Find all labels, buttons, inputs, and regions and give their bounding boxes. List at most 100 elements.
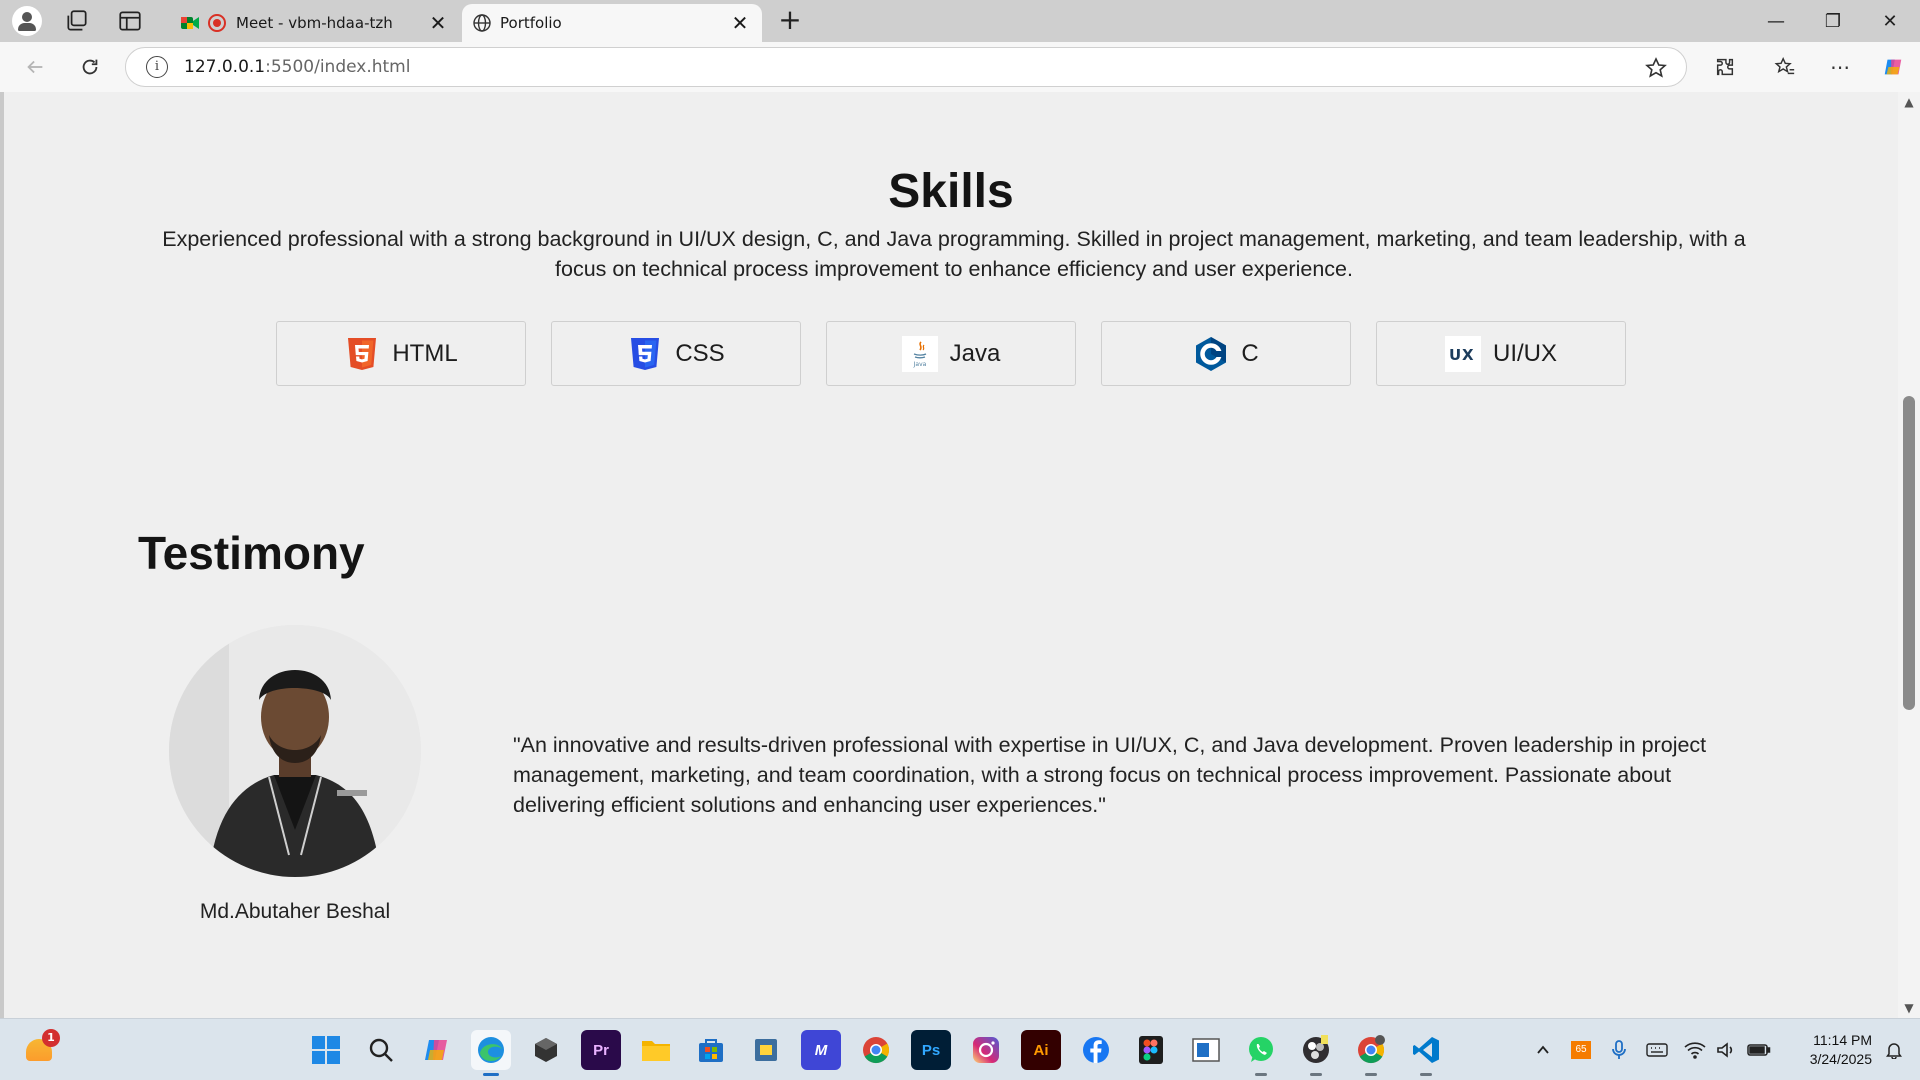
battery-icon[interactable] <box>1744 1035 1774 1065</box>
vscode-icon[interactable] <box>1406 1030 1446 1076</box>
start-icon[interactable] <box>306 1030 346 1070</box>
skill-card-uiux[interactable]: UX UI/UX <box>1376 321 1626 386</box>
instagram-icon[interactable] <box>966 1030 1006 1070</box>
microsoft-store-icon[interactable] <box>691 1030 731 1070</box>
url-path: :5500/index.html <box>265 57 411 77</box>
avatar <box>169 625 421 877</box>
scroll-down-arrow-icon[interactable]: ▼ <box>1898 998 1920 1018</box>
scrollbar-thumb[interactable] <box>1903 396 1915 710</box>
skill-card-c[interactable]: C <box>1101 321 1351 386</box>
clock-time: 11:14 PM <box>1813 1032 1872 1048</box>
workspaces-icon[interactable] <box>64 8 90 34</box>
affinity-icon[interactable]: M <box>801 1030 841 1070</box>
svg-text:Java: Java <box>912 361 926 368</box>
svg-text:U: U <box>1449 346 1461 364</box>
skill-card-java[interactable]: Java Java <box>826 321 1076 386</box>
chevron-up-icon[interactable] <box>1528 1035 1558 1065</box>
page-viewport: Skills Experienced professional with a s… <box>4 92 1898 1018</box>
premiere-pro-icon[interactable]: Pr <box>581 1030 621 1070</box>
chrome-icon[interactable] <box>856 1030 896 1070</box>
page-scrollbar[interactable]: ▲ ▼ <box>1898 92 1920 1018</box>
new-tab-button[interactable]: + <box>775 6 805 36</box>
active-indicator <box>483 1073 499 1076</box>
running-indicator <box>1310 1073 1322 1076</box>
site-info-icon[interactable]: i <box>146 56 168 78</box>
clock[interactable]: 11:14 PM 3/24/2025 <box>1782 1031 1872 1069</box>
skills-heading: Skills <box>888 165 1014 218</box>
profile-icon[interactable] <box>12 6 42 36</box>
settings-more-icon[interactable]: ⋯ <box>1825 52 1855 82</box>
unity-icon[interactable] <box>526 1030 566 1070</box>
css3-icon <box>627 336 663 372</box>
extensions-icon[interactable] <box>1710 52 1740 82</box>
python-icon[interactable] <box>746 1030 786 1070</box>
skill-label: UI/UX <box>1492 339 1557 367</box>
restore-button[interactable]: ❐ <box>1805 0 1861 42</box>
favorite-star-icon[interactable] <box>1644 56 1668 80</box>
microphone-icon[interactable] <box>1604 1035 1634 1065</box>
volume-icon[interactable] <box>1712 1035 1742 1065</box>
skill-card-css[interactable]: CSS <box>551 321 801 386</box>
figma-icon[interactable] <box>1131 1030 1171 1070</box>
running-indicator <box>1365 1073 1377 1076</box>
chrome-profile-icon[interactable] <box>1351 1030 1391 1076</box>
html5-icon <box>344 336 380 372</box>
tab-title: Portfolio <box>500 14 562 32</box>
search-icon[interactable] <box>361 1030 401 1070</box>
refresh-button[interactable] <box>75 52 105 82</box>
scroll-up-arrow-icon[interactable]: ▲ <box>1898 92 1920 112</box>
testimony-name: Md.Abutaher Beshal <box>199 900 391 923</box>
skills-list: HTML CSS Java Java C UX UI/UX <box>276 321 1626 386</box>
tab-meet[interactable]: Meet - vbm-hdaa-tzh ✕ <box>170 4 460 42</box>
java-icon: Java <box>901 335 938 372</box>
running-indicator <box>1255 1073 1267 1076</box>
tray-badge: 65 <box>1571 1041 1591 1059</box>
skills-description: Experienced professional with a strong b… <box>162 227 1746 281</box>
vertical-tabs-icon[interactable] <box>117 8 143 34</box>
wifi-icon[interactable] <box>1680 1035 1710 1065</box>
tab-strip: Meet - vbm-hdaa-tzh ✕ Portfolio ✕ + — ❐ … <box>0 0 1920 42</box>
weather-widget[interactable]: 1 <box>22 1029 60 1067</box>
close-window-button[interactable]: ✕ <box>1862 0 1918 42</box>
tab-portfolio[interactable]: Portfolio ✕ <box>462 4 762 42</box>
address-bar[interactable]: i 127.0.0.1:5500/index.html <box>125 47 1687 87</box>
minimize-button[interactable]: — <box>1748 0 1804 42</box>
favorites-icon[interactable] <box>1770 52 1800 82</box>
notification-badge: 1 <box>42 1029 60 1047</box>
testimony-quote: "An innovative and results-driven profes… <box>513 733 1707 817</box>
illustrator-icon[interactable]: Ai <box>1021 1030 1061 1070</box>
taskbar: 1 Pr M Ps Ai 65 11:14 PM 3/24/2025 <box>0 1018 1920 1080</box>
edge-icon[interactable] <box>471 1030 511 1076</box>
close-tab-icon[interactable]: ✕ <box>424 9 452 37</box>
copilot-icon[interactable] <box>1878 52 1908 82</box>
file-explorer-icon[interactable] <box>636 1030 676 1070</box>
whatsapp-icon[interactable] <box>1241 1030 1281 1076</box>
facebook-icon[interactable] <box>1076 1030 1116 1070</box>
system-tray: 65 11:14 PM 3/24/2025 <box>1528 1019 1920 1080</box>
keyboard-icon[interactable] <box>1642 1035 1672 1065</box>
recording-icon <box>208 14 226 32</box>
testimony-heading: Testimony <box>138 527 365 579</box>
skill-card-html[interactable]: HTML <box>276 321 526 386</box>
c-language-icon <box>1193 336 1229 372</box>
notifications-bell-icon[interactable] <box>1884 1040 1904 1060</box>
skill-label: C <box>1241 339 1259 367</box>
skill-label: Java <box>949 339 1001 367</box>
taskbar-apps: Pr M Ps Ai <box>306 1030 1446 1076</box>
running-indicator <box>1420 1073 1432 1076</box>
svg-text:X: X <box>1462 346 1474 364</box>
back-button[interactable] <box>20 52 50 82</box>
tray-app-icon[interactable]: 65 <box>1566 1035 1596 1065</box>
copilot-icon[interactable] <box>416 1030 456 1070</box>
ux-icon: UX <box>1444 335 1481 372</box>
skill-label: HTML <box>392 339 458 367</box>
obs-icon[interactable] <box>1296 1030 1336 1076</box>
google-meet-icon <box>181 17 199 29</box>
tab-title: Meet - vbm-hdaa-tzh <box>236 14 393 32</box>
app-window-icon[interactable] <box>1186 1030 1226 1070</box>
clock-date: 3/24/2025 <box>1809 1051 1872 1067</box>
photoshop-icon[interactable]: Ps <box>911 1030 951 1070</box>
close-tab-icon[interactable]: ✕ <box>726 9 754 37</box>
url-host: 127.0.0.1 <box>184 57 266 77</box>
browser-toolbar: i 127.0.0.1:5500/index.html ⋯ <box>0 42 1920 92</box>
